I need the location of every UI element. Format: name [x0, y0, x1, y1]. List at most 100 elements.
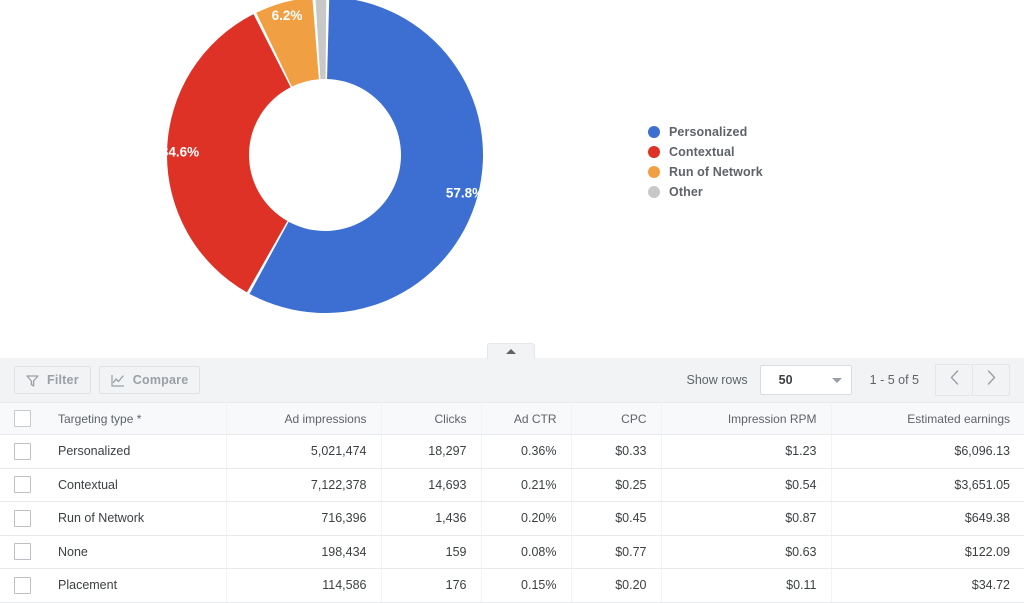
legend-label: Contextual — [669, 145, 735, 159]
column-header-impression-rpm[interactable]: Impression RPM — [661, 402, 832, 435]
show-rows-label: Show rows — [686, 373, 748, 387]
column-header-ad-ctr[interactable]: Ad CTR — [481, 402, 572, 435]
row-cell-impression-rpm: $0.87 — [661, 501, 832, 536]
legend-swatch-icon — [648, 146, 660, 158]
row-cell-targeting-type: Run of Network — [44, 501, 227, 536]
row-cell-estimated-earnings: $122.09 — [831, 534, 1024, 569]
row-checkbox[interactable] — [14, 476, 31, 494]
table-row[interactable]: Personalized 5,021,474 18,297 0.36% $0.33 $1.… — [0, 434, 1024, 469]
row-select-cell — [0, 467, 44, 502]
chevron-left-icon — [950, 370, 959, 390]
caret-up-icon — [506, 349, 516, 354]
row-cell-impression-rpm: $0.54 — [661, 467, 832, 502]
filter-button[interactable]: Filter — [14, 366, 91, 394]
row-cell-clicks: 14,693 — [381, 467, 482, 502]
collapse-chart-toggle[interactable] — [487, 343, 535, 359]
column-header-clicks[interactable]: Clicks — [381, 402, 482, 435]
table-toolbar: Filter Compare Show rows 50 1 - 5 of 5 — [0, 358, 1024, 402]
row-cell-cpc: $0.20 — [571, 568, 662, 603]
donut-chart: 57.8% 34.6% 6.2% — [167, 0, 483, 313]
row-select-cell — [0, 534, 44, 569]
table-row[interactable]: Placement 114,586 176 0.15% $0.20 $0.11 $34.72 — [0, 568, 1024, 603]
row-cell-targeting-type: Placement — [44, 568, 227, 603]
row-cell-clicks: 1,436 — [381, 501, 482, 536]
row-select-cell — [0, 501, 44, 536]
legend-label: Personalized — [669, 125, 748, 139]
row-cell-impression-rpm: $0.11 — [661, 568, 832, 603]
row-cell-ad-impressions: 716,396 — [226, 501, 382, 536]
column-header-cpc[interactable]: CPC — [571, 402, 662, 435]
column-header-estimated-earnings[interactable]: Estimated earnings — [831, 402, 1024, 435]
column-header-ad-impressions[interactable]: Ad impressions — [226, 402, 382, 435]
row-cell-cpc: $0.25 — [571, 467, 662, 502]
row-cell-estimated-earnings: $649.38 — [831, 501, 1024, 536]
table-row[interactable]: Run of Network 716,396 1,436 0.20% $0.45 $0.8… — [0, 501, 1024, 536]
row-cell-ad-impressions: 7,122,378 — [226, 467, 382, 502]
compare-label: Compare — [132, 373, 189, 387]
donut-slice-label: 57.8% — [446, 186, 483, 201]
pagination-range: 1 - 5 of 5 — [869, 373, 919, 387]
row-cell-targeting-type: Contextual — [44, 467, 227, 502]
row-checkbox[interactable] — [14, 543, 31, 561]
row-cell-ad-ctr: 0.15% — [481, 568, 572, 603]
row-select-cell — [0, 434, 44, 469]
legend-item-other[interactable]: Other — [648, 182, 763, 202]
compare-button[interactable]: Compare — [98, 366, 201, 394]
row-cell-ad-ctr: 0.20% — [481, 501, 572, 536]
table-region: Filter Compare Show rows 50 1 - 5 of 5 T… — [0, 358, 1024, 603]
select-all-header — [0, 402, 44, 435]
row-checkbox[interactable] — [14, 442, 31, 460]
row-checkbox[interactable] — [14, 509, 31, 527]
toolbar-left-group: Filter Compare — [14, 366, 201, 394]
donut-chart-svg: 57.8% 34.6% 6.2% — [167, 0, 483, 313]
table-body: Personalized 5,021,474 18,297 0.36% $0.33 $1.… — [0, 434, 1024, 603]
legend-item-personalized[interactable]: Personalized — [648, 122, 763, 142]
rows-per-page-select[interactable]: 50 — [759, 365, 852, 395]
row-checkbox[interactable] — [14, 576, 31, 594]
legend-label: Other — [669, 185, 703, 199]
row-cell-targeting-type: None — [44, 534, 227, 569]
chevron-right-icon — [987, 370, 996, 390]
row-cell-clicks: 159 — [381, 534, 482, 569]
row-cell-estimated-earnings: $3,651.05 — [831, 467, 1024, 502]
toolbar-right-group: Show rows 50 1 - 5 of 5 — [687, 364, 1010, 396]
row-cell-clicks: 18,297 — [381, 434, 482, 469]
row-cell-clicks: 176 — [381, 568, 482, 603]
row-cell-estimated-earnings: $6,096.13 — [831, 434, 1024, 469]
row-cell-impression-rpm: $1.23 — [661, 434, 832, 469]
legend-swatch-icon — [648, 126, 660, 138]
row-cell-impression-rpm: $0.63 — [661, 534, 832, 569]
row-cell-ad-ctr: 0.08% — [481, 534, 572, 569]
row-cell-ad-impressions: 5,021,474 — [226, 434, 382, 469]
previous-page-button[interactable] — [935, 364, 972, 396]
column-header-targeting-type[interactable]: Targeting type * — [44, 402, 227, 435]
row-cell-ad-ctr: 0.21% — [481, 467, 572, 502]
legend-item-run-of-network[interactable]: Run of Network — [648, 162, 763, 182]
donut-slice-label: 6.2% — [272, 8, 303, 23]
filter-label: Filter — [47, 373, 79, 387]
rows-per-page-value: 50 — [778, 373, 793, 387]
table-header: Targeting type * Ad impressions Clicks A… — [0, 402, 1024, 435]
row-cell-cpc: $0.77 — [571, 534, 662, 569]
row-cell-ad-ctr: 0.36% — [481, 434, 572, 469]
legend-item-contextual[interactable]: Contextual — [648, 142, 763, 162]
filter-icon — [26, 374, 39, 387]
table-row[interactable]: Contextual 7,122,378 14,693 0.21% $0.25 $0.54… — [0, 467, 1024, 502]
row-cell-estimated-earnings: $34.72 — [831, 568, 1024, 603]
row-cell-ad-impressions: 198,434 — [226, 534, 382, 569]
chevron-down-icon — [831, 377, 842, 383]
row-cell-cpc: $0.45 — [571, 501, 662, 536]
metrics-table: Targeting type * Ad impressions Clicks A… — [0, 402, 1024, 603]
chart-legend: Personalized Contextual Run of Network O… — [648, 122, 763, 202]
legend-swatch-icon — [648, 186, 660, 198]
table-row[interactable]: None 198,434 159 0.08% $0.77 $0.63 $122.09 — [0, 534, 1024, 569]
row-cell-ad-impressions: 114,586 — [226, 568, 382, 603]
select-all-checkbox[interactable] — [14, 410, 31, 427]
table-header-row: Targeting type * Ad impressions Clicks A… — [0, 402, 1024, 435]
row-cell-cpc: $0.33 — [571, 434, 662, 469]
row-select-cell — [0, 568, 44, 603]
legend-label: Run of Network — [669, 165, 763, 179]
pagination-controls — [935, 364, 1010, 396]
chart-panel: 57.8% 34.6% 6.2% Personalized Contextual R… — [0, 0, 1024, 348]
next-page-button[interactable] — [972, 364, 1010, 396]
